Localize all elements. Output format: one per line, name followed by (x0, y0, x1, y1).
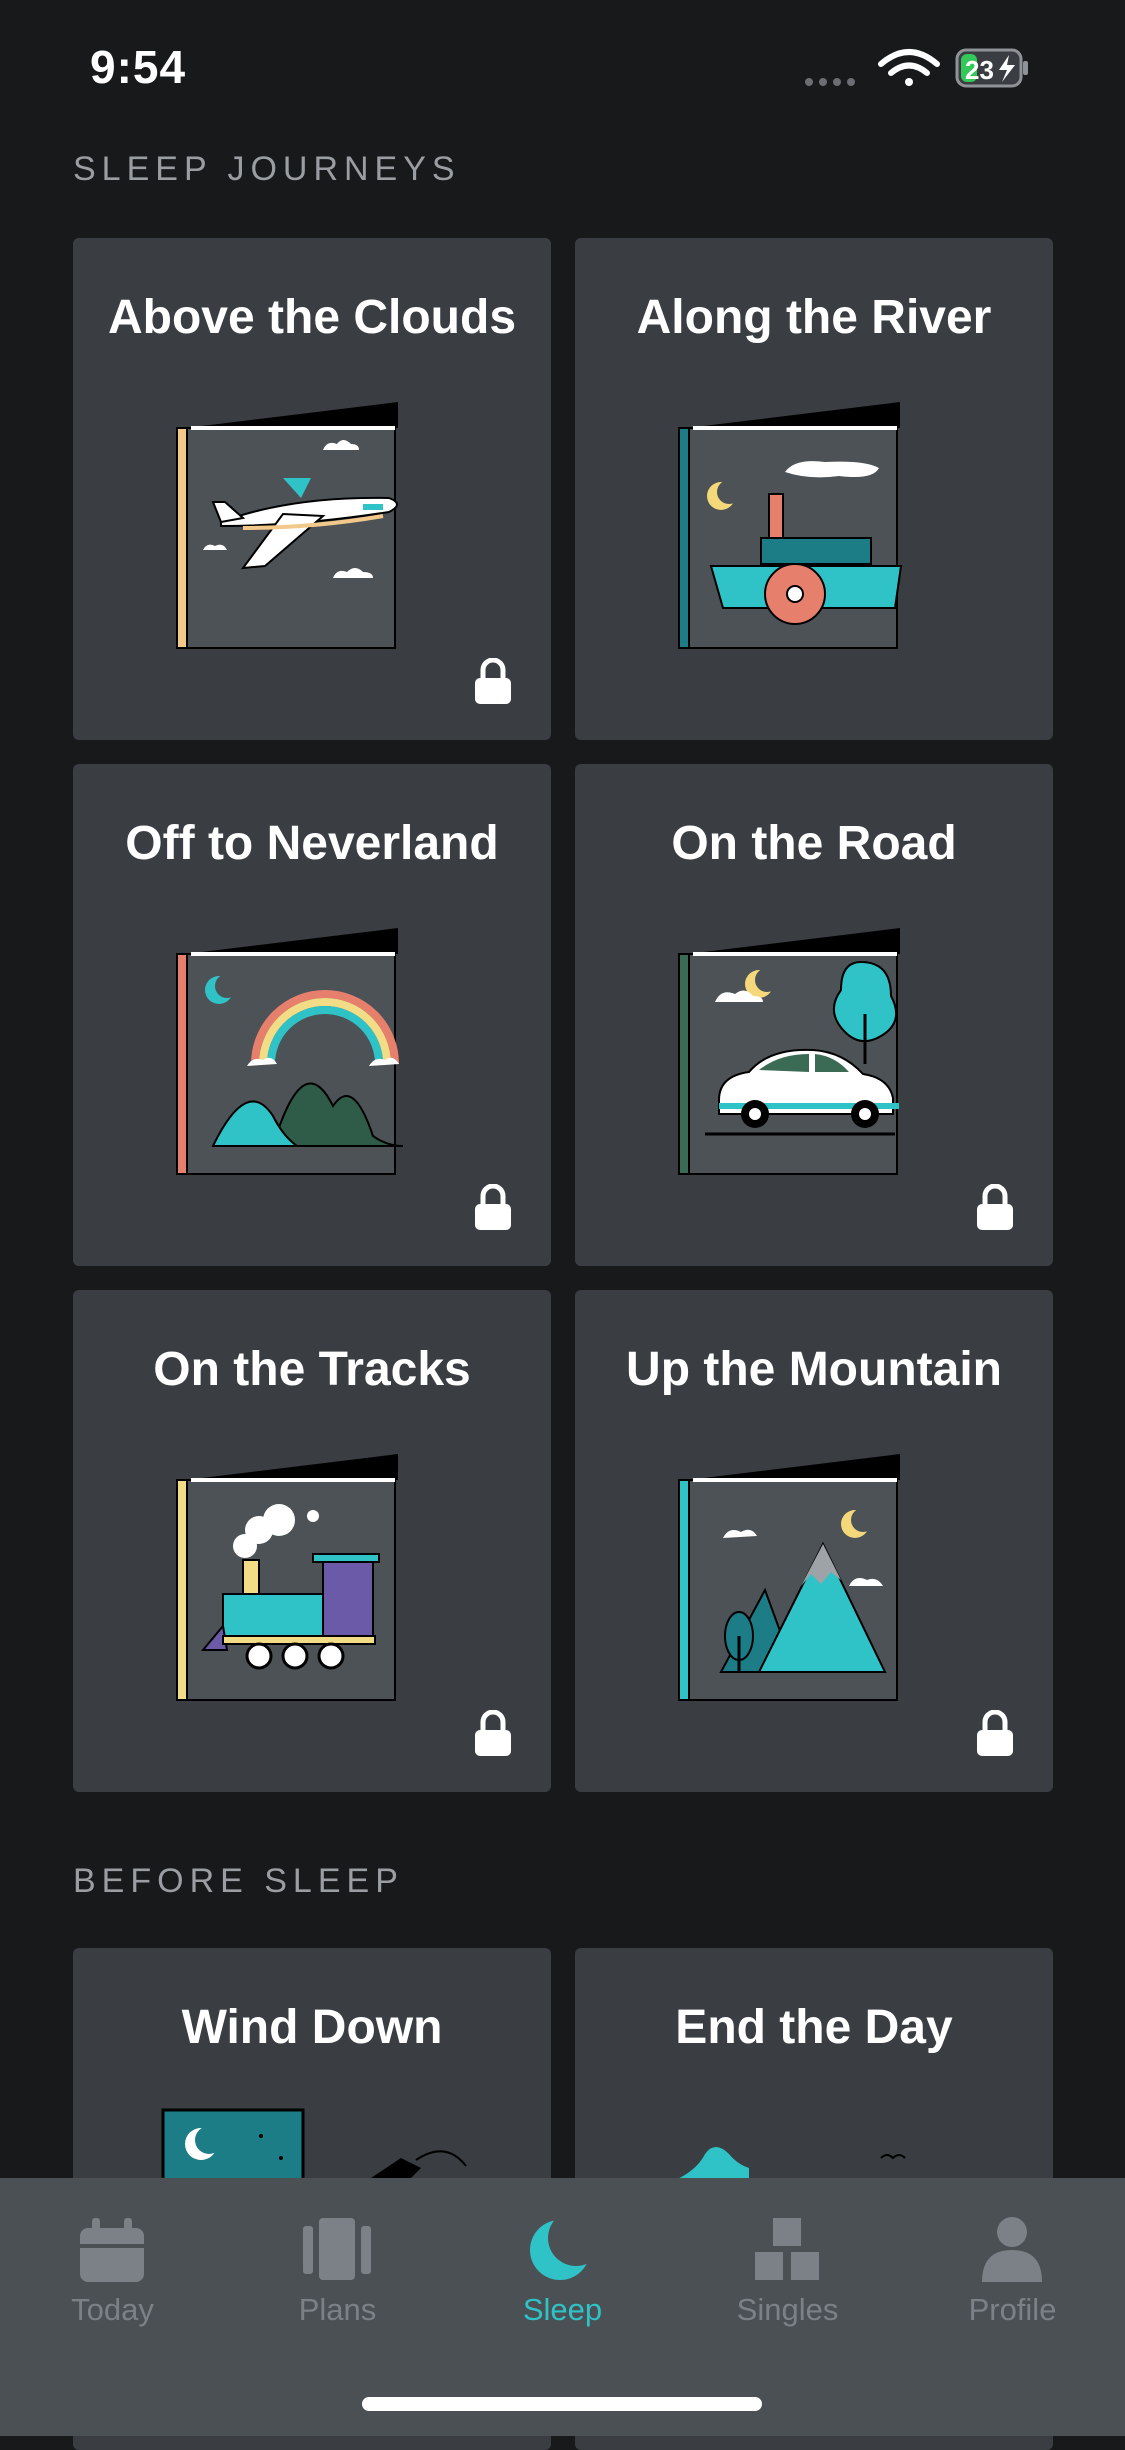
journey-card-up-the-mountain[interactable]: Up the Mountain (575, 1290, 1053, 1792)
train-book-illustration (176, 1454, 398, 1701)
car-book-illustration (678, 928, 900, 1175)
status-bar: 9:54 23 (0, 0, 1125, 130)
mountain-book-illustration (678, 1454, 900, 1701)
tab-sleep[interactable]: Sleep (450, 2178, 675, 2378)
wifi-icon (878, 49, 940, 86)
journey-card-on-the-tracks[interactable]: On the Tracks (73, 1290, 551, 1792)
status-time: 9:54 (90, 41, 187, 93)
tab-label: Singles (736, 2292, 839, 2327)
singles-icon (755, 2218, 819, 2280)
moon-icon (530, 2214, 602, 2280)
cellular-signal-icon (805, 78, 855, 86)
lock-icon (475, 658, 511, 704)
card-title: Up the Mountain (626, 1343, 1002, 1396)
airplane-book-illustration (176, 402, 398, 649)
card-title: Along the River (636, 291, 992, 344)
tab-label: Today (71, 2292, 154, 2327)
section-title-before-sleep: BEFORE SLEEP (73, 1862, 404, 1900)
tab-label: Sleep (522, 2292, 603, 2327)
plans-icon (303, 2218, 371, 2280)
lock-icon (977, 1710, 1013, 1756)
status-icons: 23 (805, 48, 1028, 88)
lock-icon (475, 1184, 511, 1230)
tab-singles[interactable]: Singles (675, 2178, 900, 2378)
card-title: On the Tracks (153, 1343, 471, 1396)
tab-plans[interactable]: Plans (225, 2178, 450, 2378)
wind-down-illustration (161, 2108, 467, 2188)
card-title: Above the Clouds (107, 291, 517, 344)
tab-profile[interactable]: Profile (900, 2178, 1125, 2378)
battery-level: 23 (965, 55, 994, 85)
journey-card-on-the-road[interactable]: On the Road (575, 764, 1053, 1266)
journey-card-along-the-river[interactable]: Along the River (575, 238, 1053, 740)
profile-icon (982, 2217, 1042, 2282)
calendar-icon (80, 2218, 144, 2282)
steamboat-book-illustration (678, 402, 903, 649)
home-indicator[interactable] (362, 2397, 762, 2411)
card-title: On the Road (671, 817, 957, 870)
card-title: Wind Down (181, 2001, 443, 2054)
card-title: End the Day (675, 2001, 953, 2054)
tab-label: Profile (968, 2292, 1057, 2327)
battery-icon: 23 (955, 48, 1028, 88)
section-title-sleep-journeys: SLEEP JOURNEYS (73, 150, 461, 188)
card-title: Off to Neverland (125, 817, 499, 870)
rainbow-book-illustration (176, 928, 404, 1175)
lock-icon (475, 1710, 511, 1756)
tab-today[interactable]: Today (0, 2178, 225, 2378)
lock-icon (977, 1184, 1013, 1230)
journey-card-off-to-neverland[interactable]: Off to Neverland (73, 764, 551, 1266)
journey-card-above-the-clouds[interactable]: Above the Clouds (73, 238, 551, 740)
tab-label: Plans (298, 2292, 377, 2327)
